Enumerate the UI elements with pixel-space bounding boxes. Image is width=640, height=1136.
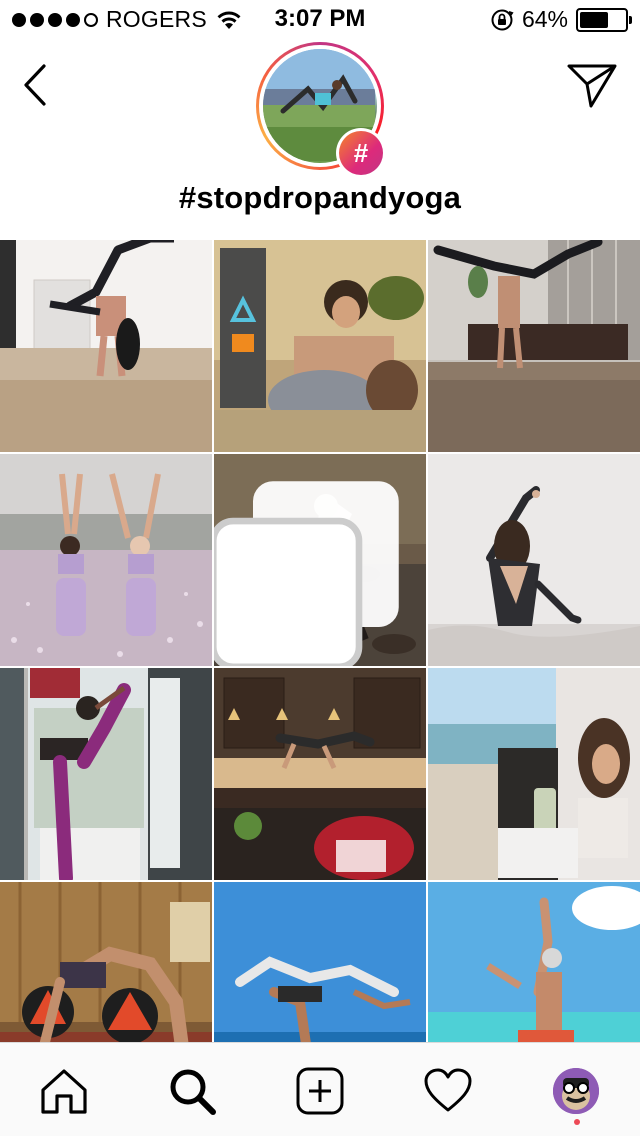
share-button[interactable] [566,62,618,110]
notification-dot [574,1119,580,1125]
rotation-lock-icon [491,9,514,30]
hashtag-header: # #stopdropandyoga [0,40,640,238]
post-thumbnail[interactable] [0,240,212,452]
post-thumbnail[interactable] [214,454,426,666]
tab-profile[interactable] [544,1059,608,1125]
tab-search[interactable] [160,1059,224,1123]
hashtag-title: #stopdropandyoga [178,180,462,215]
post-thumbnail[interactable] [428,882,640,1050]
profile-avatar [553,1068,599,1114]
post-thumbnail[interactable] [214,668,426,880]
battery-percent: 64% [521,6,568,32]
status-right: 64% [490,6,632,33]
battery-level [580,11,609,28]
post-thumbnail[interactable] [0,668,212,880]
multiple-photos-icon [214,481,399,666]
post-thumbnail[interactable] [0,454,212,666]
search-icon [170,1069,216,1115]
hashtag-badge: # [336,128,386,178]
bottom-tab-bar [0,1042,640,1136]
tab-home[interactable] [32,1059,96,1123]
chevron-left-icon [24,64,46,106]
back-button[interactable] [18,60,58,110]
battery-icon [576,7,632,32]
post-thumbnail[interactable] [214,240,426,452]
hashtag-badge-symbol: # [339,131,383,175]
heart-icon [424,1068,472,1112]
plus-square-icon [296,1067,344,1115]
post-thumbnail[interactable] [214,882,426,1050]
tab-new-post[interactable] [288,1059,352,1123]
post-thumbnail[interactable] [428,454,640,666]
status-bar: ROGERS 3:07 PM 64% [0,0,640,40]
post-thumbnail[interactable] [0,882,212,1050]
post-thumbnail[interactable] [428,668,640,880]
posts-grid [0,240,640,1050]
post-thumbnail[interactable] [428,240,640,452]
paper-plane-icon [567,64,617,108]
tab-activity[interactable] [416,1059,480,1123]
home-icon [41,1069,87,1114]
